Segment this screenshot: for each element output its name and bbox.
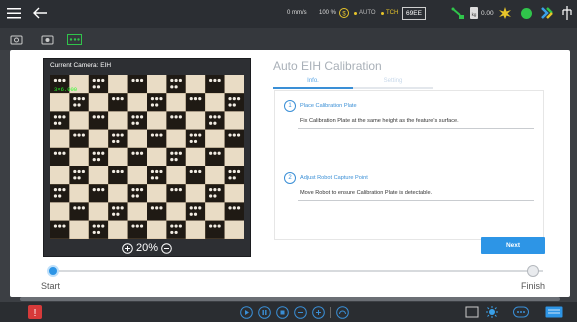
speed-dial-icon[interactable] (336, 306, 349, 319)
minus-icon[interactable] (294, 306, 307, 319)
progress-start-knob[interactable] (47, 265, 59, 277)
keyboard-icon[interactable] (545, 306, 563, 318)
step-number: 2 (284, 172, 296, 184)
top-bar: 0 mm/s 100 % $ AUTO TCH 69EE kg 0.00 (0, 0, 577, 28)
progress-finish-knob[interactable] (527, 265, 539, 277)
status-code-badge: 69EE (402, 7, 426, 20)
progress-track (53, 270, 543, 272)
speed-readout: 0 mm/s (287, 10, 307, 16)
status-green-icon (521, 8, 532, 19)
horizontal-scrollbar[interactable] (20, 297, 560, 301)
camera-header: Current Camera: EIH (50, 62, 112, 69)
pause-icon[interactable] (258, 306, 271, 319)
bottom-bar: ! (0, 302, 577, 322)
step-number: 1 (284, 100, 296, 112)
payload-value: 0.00 (481, 10, 494, 17)
robot-arm-icon[interactable] (451, 6, 465, 20)
step-title: Place Calibration Plate (300, 103, 357, 109)
battery-meter-icon: kg (469, 6, 479, 20)
panel-title: Auto EIH Calibration (273, 59, 382, 73)
collision-icon[interactable] (498, 6, 512, 20)
step-description: Fix Calibration Plate at the same height… (300, 118, 459, 124)
tch-indicator-dot (381, 12, 384, 15)
panel-tabs: Info. Setting (273, 76, 433, 90)
back-arrow-icon[interactable] (32, 5, 48, 21)
zoom-in-icon[interactable] (122, 242, 133, 254)
bottom-divider (330, 307, 331, 318)
dollar-icon[interactable]: $ (338, 7, 350, 19)
progress-start-label: Start (41, 281, 61, 291)
svg-text:$: $ (342, 11, 346, 17)
step-description: Move Robot to ensure Calibration Plate i… (300, 190, 433, 196)
tch-mode-label[interactable]: TCH (386, 10, 398, 16)
camera-capture-icon[interactable] (40, 32, 54, 46)
auto-mode-label[interactable]: AUTO (359, 10, 376, 16)
detection-overlay-text: 3×6.000 (54, 86, 78, 93)
calibration-board-icon[interactable] (66, 32, 82, 46)
zoom-out-icon[interactable] (161, 242, 172, 254)
plus-icon[interactable] (312, 306, 325, 319)
zoom-level: 20% (135, 242, 159, 254)
app-logo-icon[interactable] (539, 5, 555, 21)
step-divider (298, 200, 534, 201)
play-icon[interactable] (240, 306, 253, 319)
steps-panel: 1 Place Calibration Plate Fix Calibratio… (274, 90, 544, 240)
progress-finish-label: Finish (521, 281, 546, 291)
stop-icon[interactable] (276, 306, 289, 319)
sun-icon[interactable] (485, 305, 499, 319)
step-divider (298, 128, 534, 129)
camera-zoom-bar: 20% (44, 240, 250, 256)
svg-text:!: ! (34, 308, 37, 319)
camera-icon[interactable] (9, 32, 23, 46)
svg-text:kg: kg (472, 12, 477, 17)
calibration-content: Current Camera: EIH 3×6.000 20% Auto EIH… (10, 50, 570, 297)
alert-icon[interactable]: ! (28, 305, 42, 319)
robot-signal-icon[interactable] (560, 4, 574, 22)
menu-icon[interactable] (6, 5, 22, 21)
step-title: Adjust Robot Capture Point (300, 175, 368, 181)
screen-icon[interactable] (465, 306, 479, 318)
camera-view: Current Camera: EIH 3×6.000 20% (43, 58, 251, 257)
tab-underline (273, 87, 433, 89)
more-options-icon[interactable] (513, 306, 529, 318)
auto-indicator-dot (354, 12, 357, 15)
calibration-plate-image (50, 75, 244, 239)
camera-image: 3×6.000 (50, 75, 244, 239)
secondary-toolbar (0, 28, 577, 50)
next-button[interactable]: Next (481, 237, 545, 254)
speed-percent: 100 % (319, 10, 337, 16)
